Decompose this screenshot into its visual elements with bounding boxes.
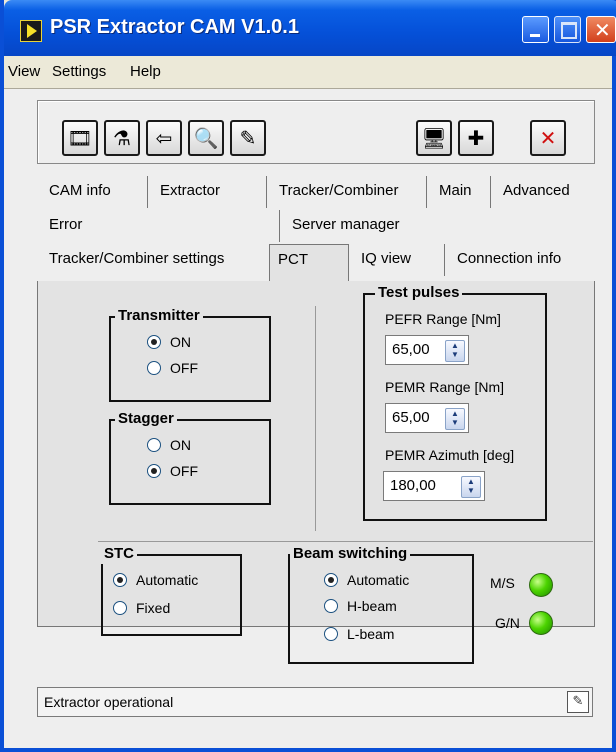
beam-switching-group: Beam switching Automatic H-beam L-beam — [288, 544, 474, 664]
close-icon[interactable]: ✕ — [530, 120, 566, 156]
pefr-range-label: PEFR Range [Nm] — [385, 311, 501, 327]
radio-icon — [113, 601, 127, 615]
app-icon — [20, 20, 42, 42]
import-icon[interactable]: ⇦ — [146, 120, 182, 156]
tab-pct[interactable]: PCT — [269, 244, 349, 282]
divider — [98, 541, 593, 542]
pemr-azimuth-input[interactable]: 180,00 ▲ ▼ — [383, 471, 485, 501]
stagger-group: Stagger ON OFF — [109, 409, 271, 505]
radio-label: ON — [170, 437, 191, 453]
radio-icon — [324, 573, 338, 587]
menu-bar: View Settings Help — [4, 56, 612, 89]
pemr-range-label: PEMR Range [Nm] — [385, 379, 505, 395]
stagger-off-radio[interactable]: OFF — [147, 463, 198, 479]
radio-icon — [147, 438, 161, 452]
tab-tracker-combiner-settings[interactable]: Tracker/Combiner settings — [37, 244, 269, 276]
group-title: Beam switching — [290, 544, 411, 564]
stc-fixed-radio[interactable]: Fixed — [113, 600, 170, 616]
divider — [315, 306, 316, 531]
group-title: Test pulses — [375, 283, 463, 303]
radio-label: Automatic — [136, 572, 199, 588]
tab-row-1: CAM info Extractor Tracker/Combiner Main… — [37, 176, 593, 208]
group-title: Stagger — [115, 409, 177, 429]
plugin-icon[interactable]: ✚ — [458, 120, 494, 156]
client-area: 🎞 ⚗ ⇦ 🔍 ✎ 🖥 ✚ ✕ CAM info Extractor Track… — [4, 89, 612, 748]
ms-label: M/S — [490, 575, 515, 591]
menu-view[interactable]: View — [8, 63, 40, 80]
status-bar: Extractor operational ✎ — [37, 687, 593, 717]
menu-help[interactable]: Help — [130, 63, 161, 80]
radio-icon — [147, 361, 161, 375]
transmitter-on-radio[interactable]: ON — [147, 334, 191, 350]
toolbar: 🎞 ⚗ ⇦ 🔍 ✎ 🖥 ✚ ✕ — [37, 100, 595, 164]
tab-error[interactable]: Error — [37, 210, 280, 242]
field-value: 65,00 — [392, 341, 430, 358]
wizard-icon[interactable]: ⚗ — [104, 120, 140, 156]
stc-automatic-radio[interactable]: Automatic — [113, 572, 198, 588]
radio-label: Fixed — [136, 600, 171, 616]
pct-panel: Transmitter ON OFF Stagger ON OFF Test p… — [37, 281, 595, 664]
ms-led-indicator — [529, 573, 553, 597]
field-value: 180,00 — [390, 477, 436, 494]
radio-label: H-beam — [347, 598, 397, 614]
menu-settings[interactable]: Settings — [52, 63, 106, 80]
radio-label: Automatic — [347, 572, 410, 588]
minimize-button[interactable] — [522, 16, 549, 43]
test-pulses-group: Test pulses PEFR Range [Nm] 65,00 ▲ ▼ PEM… — [363, 283, 547, 521]
radio-icon — [113, 573, 127, 587]
radio-icon — [324, 599, 338, 613]
radio-icon — [324, 627, 338, 641]
transmitter-off-radio[interactable]: OFF — [147, 360, 198, 376]
beam-automatic-radio[interactable]: Automatic — [324, 572, 409, 588]
tab-row-2: Error Server manager — [37, 210, 593, 242]
group-title: STC — [101, 544, 137, 564]
tab-main[interactable]: Main — [427, 176, 491, 208]
beam-h-radio[interactable]: H-beam — [324, 598, 397, 614]
radio-icon — [147, 335, 161, 349]
pemr-range-input[interactable]: 65,00 ▲ ▼ — [385, 403, 469, 433]
window-title: PSR Extractor CAM V1.0.1 — [50, 16, 299, 38]
maximize-button[interactable] — [554, 16, 581, 43]
status-text: Extractor operational — [44, 694, 174, 710]
spinner-icon[interactable]: ▲ ▼ — [445, 340, 465, 362]
tab-iq-view[interactable]: IQ view — [349, 244, 445, 276]
stagger-on-radio[interactable]: ON — [147, 437, 191, 453]
field-value: 65,00 — [392, 409, 430, 426]
pencil-icon[interactable]: ✎ — [567, 691, 589, 713]
close-window-button[interactable]: ✕ — [586, 16, 616, 43]
tab-row-3: Tracker/Combiner settings PCT IQ view Co… — [37, 244, 593, 282]
transmitter-group: Transmitter ON OFF — [109, 306, 271, 402]
group-title: Transmitter — [115, 306, 203, 326]
tab-server-manager[interactable]: Server manager — [280, 210, 593, 242]
tab-cam-info[interactable]: CAM info — [37, 176, 148, 208]
gn-led-indicator — [529, 611, 553, 635]
monitor-icon[interactable]: 🖥 — [416, 120, 452, 156]
gn-label: G/N — [495, 615, 520, 631]
tab-extractor[interactable]: Extractor — [148, 176, 267, 208]
search-icon[interactable]: 🔍 — [188, 120, 224, 156]
beam-l-radio[interactable]: L-beam — [324, 626, 394, 642]
film-icon[interactable]: 🎞 — [62, 120, 98, 156]
radio-label: L-beam — [347, 626, 395, 642]
spinner-icon[interactable]: ▲ ▼ — [445, 408, 465, 430]
tab-tracker-combiner[interactable]: Tracker/Combiner — [267, 176, 427, 208]
pefr-range-input[interactable]: 65,00 ▲ ▼ — [385, 335, 469, 365]
radio-label: OFF — [170, 360, 198, 376]
title-bar[interactable]: PSR Extractor CAM V1.0.1 ✕ — [4, 0, 616, 56]
stc-group: STC Automatic Fixed — [101, 544, 242, 636]
radio-icon — [147, 464, 161, 478]
edit-icon[interactable]: ✎ — [230, 120, 266, 156]
app-window: PSR Extractor CAM V1.0.1 ✕ View Settings… — [0, 0, 616, 752]
tab-connection-info[interactable]: Connection info — [445, 244, 593, 276]
spinner-icon[interactable]: ▲ ▼ — [461, 476, 481, 498]
tab-advanced[interactable]: Advanced — [491, 176, 593, 208]
radio-label: ON — [170, 334, 191, 350]
radio-label: OFF — [170, 463, 198, 479]
pemr-azimuth-label: PEMR Azimuth [deg] — [385, 447, 515, 463]
